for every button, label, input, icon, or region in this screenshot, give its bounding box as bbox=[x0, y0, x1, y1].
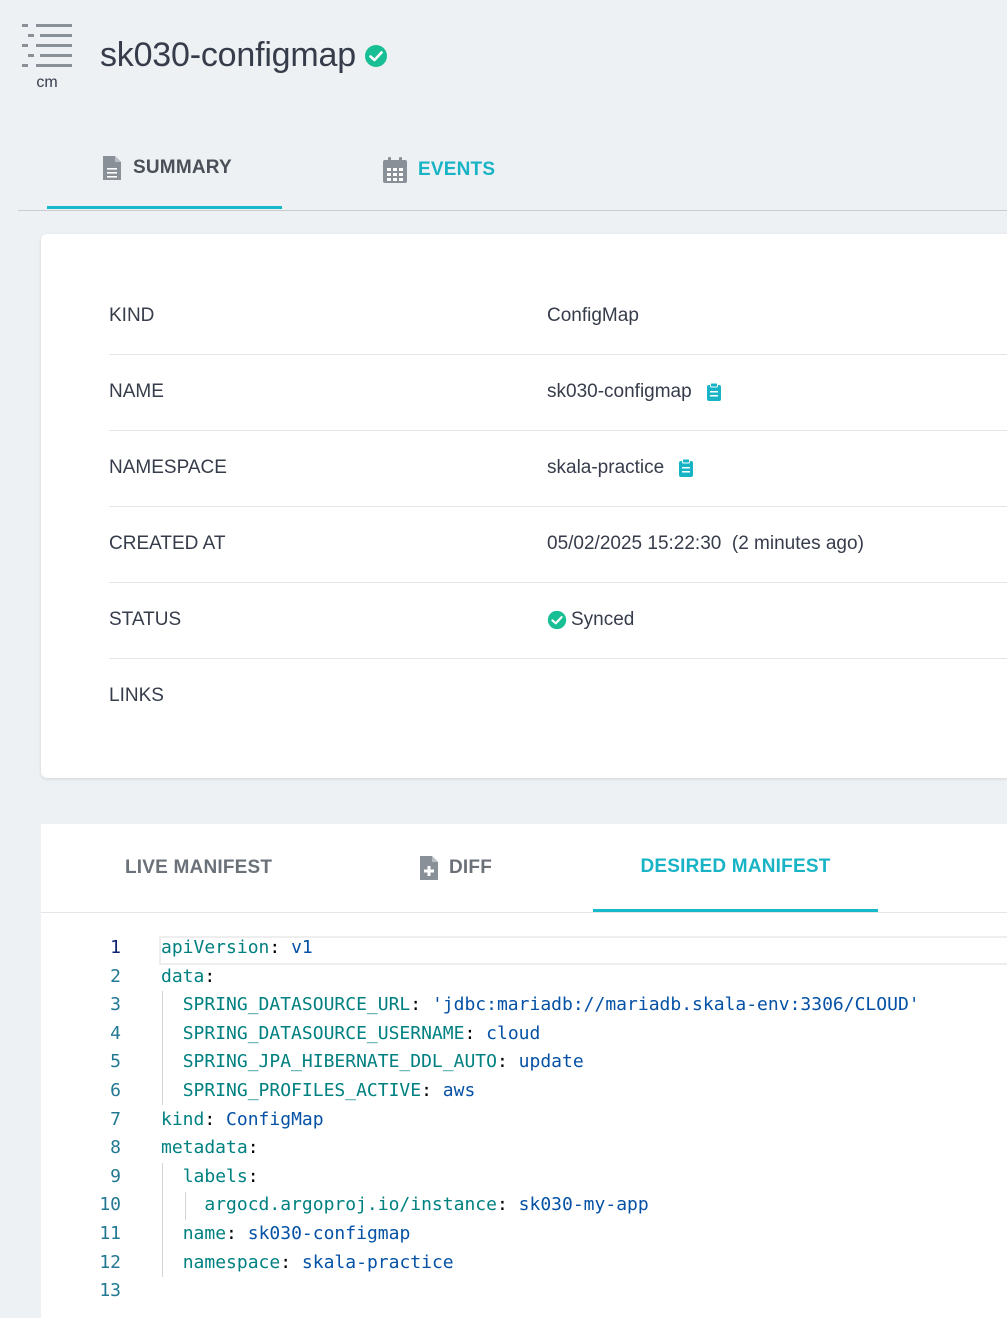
code-line: 1 apiVersion: v1 bbox=[41, 934, 1007, 963]
code-line: 4 SPRING_DATASOURCE_USERNAME: cloud bbox=[41, 1020, 1007, 1049]
resource-kind-icon: cm bbox=[20, 22, 76, 92]
yaml-value: aws bbox=[442, 1080, 476, 1101]
yaml-key: argocd.argoproj.io/instance bbox=[204, 1194, 497, 1216]
yaml-key: SPRING_JPA_HIBERNATE_DDL_AUTO bbox=[182, 1051, 497, 1073]
code-line: 11 name: sk030-configmap bbox=[41, 1220, 1007, 1249]
calendar-icon bbox=[383, 156, 407, 183]
yaml-key: kind bbox=[161, 1108, 205, 1130]
code-line: 7 kind: ConfigMap bbox=[41, 1106, 1007, 1135]
yaml-key: SPRING_DATASOURCE_URL bbox=[182, 994, 411, 1016]
tab-desired-manifest[interactable]: DESIRED MANIFEST bbox=[593, 824, 878, 912]
resource-tabs: SUMMARY EVENTS bbox=[18, 130, 1007, 211]
namespace-value: skala-practice bbox=[547, 457, 665, 478]
line-number: 11 bbox=[99, 1223, 121, 1244]
namespace-value-wrap: skala-practice bbox=[547, 430, 694, 506]
kind-value: ConfigMap bbox=[547, 305, 639, 326]
synced-check-icon bbox=[547, 610, 567, 630]
yaml-key: name bbox=[182, 1223, 227, 1244]
document-icon bbox=[103, 156, 121, 180]
status-label: STATUS bbox=[109, 609, 182, 630]
code-line: 5 SPRING_JPA_HIBERNATE_DDL_AUTO: update bbox=[41, 1048, 1007, 1077]
tab-diff[interactable]: DIFF bbox=[419, 824, 492, 912]
yaml-value: 'jdbc:mariadb://mariadb.skala-env:3306/C… bbox=[431, 994, 920, 1016]
yaml-key: data bbox=[161, 965, 205, 987]
tab-live-manifest[interactable]: LIVE MANIFEST bbox=[125, 824, 272, 912]
yaml-key: apiVersion bbox=[161, 937, 270, 958]
code-line: 3 SPRING_DATASOURCE_URL: 'jdbc:mariadb:/… bbox=[41, 991, 1007, 1020]
page-title: sk030-configmap bbox=[100, 36, 388, 75]
line-number: 4 bbox=[110, 1022, 121, 1044]
yaml-key: metadata bbox=[161, 1137, 248, 1159]
code-line: 2 data: bbox=[41, 963, 1007, 992]
yaml-value: ConfigMap bbox=[226, 1108, 324, 1130]
summary-row-kind: KIND ConfigMap bbox=[109, 278, 1007, 355]
created-at-value: 05/02/2025 15:22:30 (2 minutes ago) bbox=[547, 533, 864, 554]
line-number: 10 bbox=[99, 1194, 121, 1216]
kind-label: KIND bbox=[109, 305, 155, 326]
copy-clipboard-icon[interactable] bbox=[706, 382, 722, 402]
yaml-key: SPRING_PROFILES_ACTIVE bbox=[182, 1080, 422, 1101]
status-value: Synced bbox=[571, 609, 635, 630]
name-label: NAME bbox=[109, 381, 164, 402]
line-number: 3 bbox=[110, 994, 121, 1016]
status-value-wrap: Synced bbox=[547, 582, 634, 658]
kind-abbreviation: cm bbox=[36, 74, 58, 91]
tab-events[interactable]: EVENTS bbox=[382, 130, 495, 209]
code-line: 12 namespace: skala-practice bbox=[41, 1249, 1007, 1278]
line-number: 9 bbox=[110, 1165, 121, 1187]
summary-panel: KIND ConfigMap NAME sk030-configmap NAME… bbox=[41, 234, 1007, 778]
name-value: sk030-configmap bbox=[547, 381, 692, 402]
summary-row-links: LINKS bbox=[109, 658, 1007, 734]
manifest-code-editor[interactable]: 1 apiVersion: v1 2 data: 3 SPRING_DATASO… bbox=[41, 934, 1007, 1318]
yaml-key: namespace bbox=[182, 1251, 281, 1273]
summary-row-created-at: CREATED AT 05/02/2025 15:22:30 (2 minute… bbox=[109, 506, 1007, 583]
code-line: 6 SPRING_PROFILES_ACTIVE: aws bbox=[41, 1077, 1007, 1106]
yaml-value: sk030-configmap bbox=[247, 1223, 411, 1244]
manifest-panel: LIVE MANIFEST DIFF DESIRED MANIFEST 1 ap… bbox=[41, 824, 1007, 1318]
tab-events-label: EVENTS bbox=[418, 158, 496, 180]
yaml-key: SPRING_DATASOURCE_USERNAME bbox=[182, 1022, 465, 1044]
yaml-value: update bbox=[518, 1051, 584, 1073]
code-line: 13 bbox=[41, 1277, 1007, 1306]
tab-diff-label: DIFF bbox=[449, 857, 493, 878]
code-line: 9 labels: bbox=[41, 1163, 1007, 1192]
namespace-label: NAMESPACE bbox=[109, 457, 227, 478]
links-label: LINKS bbox=[109, 685, 164, 706]
resource-name: sk030-configmap bbox=[100, 36, 356, 74]
yaml-value: v1 bbox=[291, 937, 313, 958]
check-circle-icon bbox=[364, 44, 387, 67]
yaml-key: labels bbox=[182, 1165, 248, 1187]
yaml-value: skala-practice bbox=[301, 1251, 454, 1273]
yaml-value: sk030-my-app bbox=[518, 1194, 649, 1216]
name-value-wrap: sk030-configmap bbox=[547, 354, 722, 430]
manifest-tabs: LIVE MANIFEST DIFF DESIRED MANIFEST bbox=[41, 824, 1007, 913]
summary-row-status: STATUS Synced bbox=[109, 582, 1007, 659]
line-number: 8 bbox=[110, 1137, 121, 1159]
tab-summary-label: SUMMARY bbox=[133, 157, 232, 178]
line-number: 7 bbox=[110, 1108, 121, 1130]
created-at-label: CREATED AT bbox=[109, 533, 226, 554]
line-number: 5 bbox=[110, 1051, 121, 1073]
line-number: 6 bbox=[110, 1080, 121, 1101]
diff-file-icon bbox=[420, 856, 438, 880]
list-icon bbox=[22, 24, 72, 67]
tab-summary[interactable]: SUMMARY bbox=[47, 130, 282, 209]
line-number: 13 bbox=[99, 1280, 121, 1302]
yaml-value: cloud bbox=[486, 1022, 541, 1044]
code-line: 10 argocd.argoproj.io/instance: sk030-my… bbox=[41, 1191, 1007, 1220]
line-number: 1 bbox=[110, 937, 121, 958]
copy-clipboard-icon[interactable] bbox=[678, 458, 694, 478]
summary-row-namespace: NAMESPACE skala-practice bbox=[109, 430, 1007, 507]
code-line: 8 metadata: bbox=[41, 1134, 1007, 1163]
line-number: 12 bbox=[99, 1251, 121, 1273]
line-number: 2 bbox=[110, 965, 121, 987]
summary-row-name: NAME sk030-configmap bbox=[109, 354, 1007, 431]
